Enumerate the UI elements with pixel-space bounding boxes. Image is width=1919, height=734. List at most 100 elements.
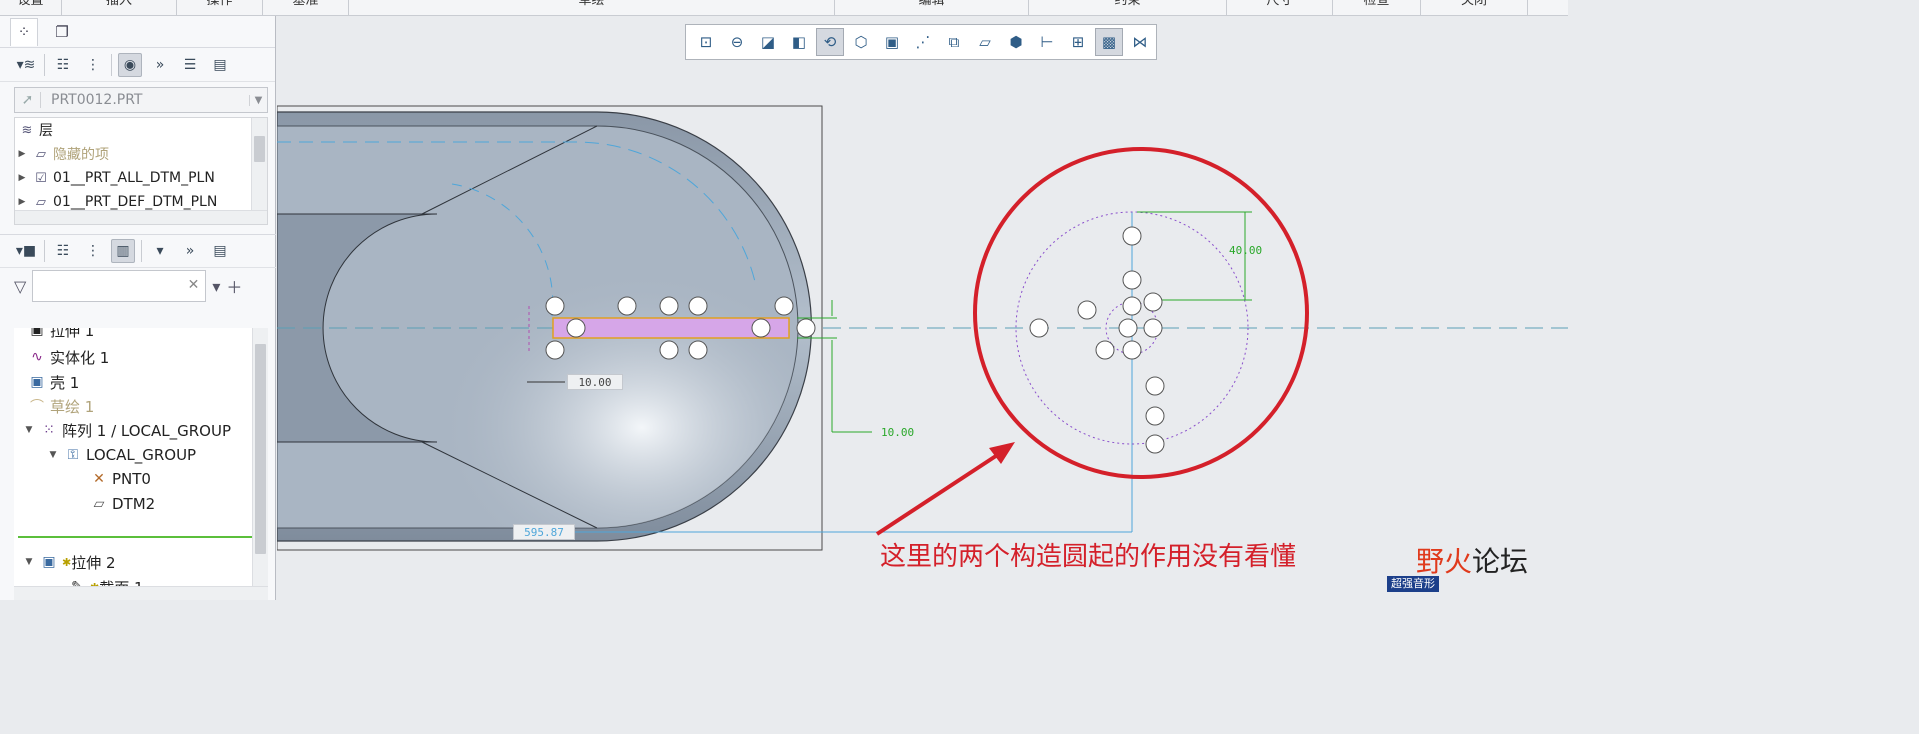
- insert-indicator[interactable]: [18, 536, 254, 538]
- tangent-constraint-icon[interactable]: [545, 296, 565, 316]
- clear-icon[interactable]: ✕: [188, 277, 200, 293]
- tree-item-shell-1[interactable]: ▣ 壳 1: [24, 370, 79, 394]
- tree-filter-button[interactable]: ☷: [51, 239, 75, 263]
- zoom-out-button[interactable]: ⊖: [723, 28, 751, 56]
- vertical-constraint-icon[interactable]: [1143, 292, 1163, 312]
- tree-item-extrude-1[interactable]: ▣ 拉伸 1: [24, 328, 94, 342]
- grid-display-button[interactable]: ▩: [1095, 28, 1123, 56]
- annotation-display-button[interactable]: ⧉: [940, 28, 968, 56]
- vertical-constraint-icon[interactable]: [796, 318, 816, 338]
- equal-constraint-icon[interactable]: [1145, 434, 1165, 454]
- perpendicular-constraint-icon[interactable]: [1145, 406, 1165, 426]
- midpoint-constraint-icon[interactable]: [659, 340, 679, 360]
- ribbon-group-inspect[interactable]: 检查: [1333, 0, 1421, 16]
- show-columns-button[interactable]: ▥: [111, 239, 135, 263]
- perpendicular-constraint-icon[interactable]: [1145, 376, 1165, 396]
- expand-icon[interactable]: ▶: [15, 197, 29, 207]
- midpoint-constraint-icon[interactable]: [1095, 340, 1115, 360]
- active-model-selector[interactable]: ➚ PRT0012.PRT ▼: [14, 87, 268, 113]
- folder-browser-tab[interactable]: ❐: [48, 18, 76, 46]
- model-tree-scrollbar[interactable]: [252, 328, 268, 600]
- expand-icon[interactable]: ▶: [15, 149, 29, 159]
- tree-item-pattern-1[interactable]: ▼ ⁙ 阵列 1 / LOCAL_GROUP: [22, 418, 231, 442]
- more-button[interactable]: »: [178, 239, 202, 263]
- layer-item[interactable]: ▶ ☑ 01__PRT_ALL_DTM_PLN: [15, 166, 267, 190]
- dimension-radius[interactable]: 40.00: [1229, 244, 1262, 257]
- display-style-button[interactable]: ◧: [785, 28, 813, 56]
- vertical-constraint-icon[interactable]: [1118, 318, 1138, 338]
- dimension-offset[interactable]: 10.00: [881, 426, 914, 439]
- layer-tree-hscrollbar[interactable]: [15, 210, 267, 224]
- graphics-area[interactable]: 10.00 10.00 40.00 595.87 ⊡ ⊖ ◪ ◧ ⟲ ⬡ ▣ ⋰…: [276, 16, 1568, 600]
- ribbon-group-insert[interactable]: 插入: [62, 0, 177, 16]
- tree-item-sketch-1[interactable]: ⌒ 草绘 1: [24, 394, 94, 418]
- tree-columns-button[interactable]: ⋮: [81, 53, 105, 77]
- ribbon-group-constrain[interactable]: 约束: [1029, 0, 1227, 16]
- tree-item-local-group[interactable]: ▼ ⚿ LOCAL_GROUP: [46, 443, 197, 467]
- constraint-display-button[interactable]: ⊞: [1064, 28, 1092, 56]
- datum-display-button[interactable]: ⋰: [909, 28, 937, 56]
- dimension-display-button[interactable]: ⊢: [1033, 28, 1061, 56]
- display-dropdown-button[interactable]: ▾■: [14, 239, 38, 263]
- perpendicular-constraint-icon[interactable]: [751, 318, 771, 338]
- tree-item-dtm2[interactable]: ▱ DTM2: [86, 492, 156, 516]
- model-tree-tab[interactable]: ⁘: [10, 17, 38, 46]
- filter-settings-button[interactable]: ▾: [148, 239, 172, 263]
- tangent-constraint-icon[interactable]: [545, 340, 565, 360]
- ribbon-group-sketch[interactable]: 草绘: [349, 0, 835, 16]
- dimension-length[interactable]: 595.87: [513, 524, 575, 540]
- ribbon-group-setup[interactable]: 设置: [0, 0, 62, 16]
- ribbon-group-edit[interactable]: 编辑: [835, 0, 1029, 16]
- perpendicular-constraint-icon[interactable]: [617, 296, 637, 316]
- tree-search-input[interactable]: ✕: [32, 270, 207, 302]
- tree-filter-button[interactable]: ☷: [51, 53, 75, 77]
- midpoint-constraint-icon[interactable]: [1122, 270, 1142, 290]
- scroll-thumb[interactable]: [254, 136, 265, 162]
- expand-icon[interactable]: ▶: [15, 173, 29, 183]
- dimension-slot-width[interactable]: 10.00: [567, 374, 623, 390]
- tree-item-pnt0[interactable]: ✕ PNT0: [86, 467, 151, 491]
- axis-display-button[interactable]: ⬢: [1002, 28, 1030, 56]
- chevron-down-icon[interactable]: ▾: [212, 277, 220, 296]
- perpendicular-constraint-icon[interactable]: [1077, 300, 1097, 320]
- perpendicular-constraint-icon[interactable]: [1029, 318, 1049, 338]
- tree-item-solidify-1[interactable]: ∿ 实体化 1: [24, 345, 109, 369]
- horizontal-constraint-icon[interactable]: [659, 296, 679, 316]
- tree-info-button[interactable]: ▤: [208, 239, 232, 263]
- tangent-constraint-icon[interactable]: [774, 296, 794, 316]
- ribbon-group-close[interactable]: 关闭: [1421, 0, 1528, 16]
- perpendicular-constraint-icon[interactable]: [688, 296, 708, 316]
- add-icon[interactable]: ＋: [226, 274, 242, 298]
- layers-dropdown-button[interactable]: ▾≋: [14, 53, 38, 77]
- vertical-constraint-icon[interactable]: [1143, 318, 1163, 338]
- vertex-display-button[interactable]: ⋈: [1126, 28, 1154, 56]
- sketch-view-button[interactable]: ▣: [878, 28, 906, 56]
- midpoint-constraint-icon[interactable]: [1122, 226, 1142, 246]
- collapse-icon[interactable]: ▼: [22, 425, 36, 435]
- layer-info-button[interactable]: ▤: [208, 53, 232, 77]
- plane-display-button[interactable]: ▱: [971, 28, 999, 56]
- show-layers-button[interactable]: ◉: [118, 52, 142, 77]
- layer-tree-scrollbar[interactable]: [251, 118, 267, 224]
- layer-root[interactable]: ≋ 层: [15, 118, 267, 142]
- zoom-in-button[interactable]: ◪: [754, 28, 782, 56]
- scroll-thumb[interactable]: [255, 344, 266, 554]
- view-manager-button[interactable]: ⬡: [847, 28, 875, 56]
- collapse-icon[interactable]: ▼: [22, 557, 36, 567]
- layer-properties-button[interactable]: ☰: [178, 53, 202, 77]
- midpoint-constraint-icon[interactable]: [1122, 340, 1142, 360]
- ribbon-group-operations[interactable]: 操作: [177, 0, 263, 16]
- refit-button[interactable]: ⊡: [692, 28, 720, 56]
- sketch-canvas[interactable]: [276, 16, 1568, 600]
- equal-constraint-icon[interactable]: [1122, 296, 1142, 316]
- saved-orientations-button[interactable]: ⟲: [816, 28, 844, 56]
- chevron-down-icon[interactable]: ▼: [249, 94, 267, 106]
- model-tree-hscrollbar[interactable]: [14, 586, 268, 600]
- perpendicular-constraint-icon[interactable]: [566, 318, 586, 338]
- tree-columns-button[interactable]: ⋮: [81, 239, 105, 263]
- ribbon-group-dimension[interactable]: 尺寸: [1227, 0, 1333, 16]
- collapse-icon[interactable]: ▼: [46, 450, 60, 460]
- layer-item[interactable]: ▶ ▱ 隐藏的项: [15, 142, 267, 166]
- tree-item-extrude-2[interactable]: ▼ ▣ ✱ 拉伸 2: [22, 550, 116, 574]
- equal-constraint-icon[interactable]: [688, 340, 708, 360]
